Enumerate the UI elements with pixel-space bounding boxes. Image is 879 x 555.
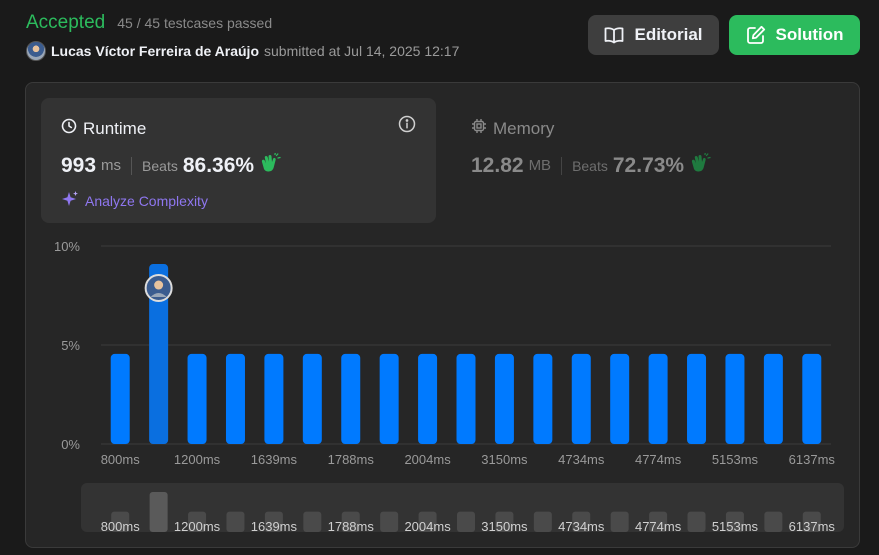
mini-bar [687, 511, 706, 532]
status-accepted: Accepted [26, 12, 106, 33]
bar[interactable] [763, 353, 783, 444]
bar[interactable] [571, 353, 591, 444]
bar[interactable] [302, 353, 322, 444]
mini-x-label: 1639ms [251, 519, 298, 534]
mini-bar [610, 511, 629, 532]
chart-x-labels: 800ms 1200ms 1639ms 1788ms 2004ms 3150ms 4734m… [101, 452, 836, 467]
mini-x-label: 800ms [101, 519, 141, 534]
book-open-icon [604, 26, 624, 44]
x-tick-label: 1639ms [251, 452, 298, 467]
bar[interactable] [725, 353, 745, 444]
x-tick-label: 6137ms [789, 452, 836, 467]
y-tick-label: 0% [61, 437, 80, 452]
avatar-face [154, 280, 164, 290]
mini-x-label: 6137ms [789, 519, 836, 534]
mini-x-label: 4734ms [558, 519, 605, 534]
x-tick-label: 4734ms [558, 452, 605, 467]
bar[interactable] [264, 353, 284, 444]
testcases-passed: 45 / 45 testcases passed [117, 15, 273, 31]
chart-range-selector[interactable]: 800ms 1200ms 1639ms 1788ms 2004ms 3150ms 4734m… [81, 483, 844, 534]
chart-marker [144, 274, 173, 303]
x-tick-label: 4774ms [635, 452, 682, 467]
bar[interactable] [225, 353, 245, 444]
mini-bar [380, 511, 399, 532]
bar[interactable] [379, 353, 399, 444]
x-tick-label: 2004ms [404, 452, 451, 467]
x-tick-label: 800ms [101, 452, 141, 467]
bar[interactable] [687, 353, 707, 444]
mini-bar [533, 511, 552, 532]
mini-bar [764, 511, 783, 532]
mini-x-label: 5153ms [712, 519, 759, 534]
bar[interactable] [494, 353, 514, 444]
mini-bar [457, 511, 475, 532]
bar[interactable] [110, 353, 130, 444]
chart-bars [110, 264, 822, 444]
mini-x-label: 1788ms [328, 519, 375, 534]
bar[interactable] [187, 353, 207, 444]
mini-bar [149, 492, 168, 532]
x-tick-label: 5153ms [712, 452, 759, 467]
chart-grid: 0% 5% 10% [54, 239, 831, 452]
mini-bar [303, 511, 322, 532]
y-tick-label: 5% [61, 338, 80, 353]
mini-x-label: 4774ms [635, 519, 682, 534]
runtime-distribution-chart: 0% 5% 10% 800ms 1200ms 1639ms 1788ms 2004ms 315… [54, 239, 844, 534]
bar[interactable] [456, 353, 476, 444]
x-tick-label: 3150ms [481, 452, 528, 467]
stats-panel: Runtime 993 ms Beats 86.36% Analyze Comp… [25, 82, 860, 548]
editorial-label: Editorial [634, 25, 703, 44]
edit-square-icon [746, 25, 766, 45]
mini-x-label: 2004ms [404, 519, 451, 534]
mini-x-label: 1200ms [174, 519, 221, 534]
bar[interactable] [648, 353, 668, 444]
avatar[interactable] [26, 41, 46, 61]
submitted-time: submitted at Jul 14, 2025 12:17 [264, 43, 460, 59]
mini-bar [226, 511, 245, 532]
bar[interactable] [610, 353, 630, 444]
bar[interactable] [418, 353, 438, 444]
editorial-button[interactable]: Editorial [588, 15, 719, 55]
x-tick-label: 1200ms [174, 452, 221, 467]
bar[interactable] [533, 353, 553, 444]
solution-button[interactable]: Solution [729, 15, 860, 55]
bar[interactable] [341, 353, 361, 444]
solution-label: Solution [775, 25, 844, 44]
x-tick-label: 1788ms [328, 452, 375, 467]
bar[interactable] [802, 353, 822, 444]
username-link[interactable]: Lucas Víctor Ferreira de Araújo [51, 43, 259, 59]
submission-header: Accepted 45 / 45 testcases passed Lucas … [26, 12, 459, 61]
y-tick-label: 10% [54, 239, 80, 254]
mini-x-label: 3150ms [481, 519, 528, 534]
